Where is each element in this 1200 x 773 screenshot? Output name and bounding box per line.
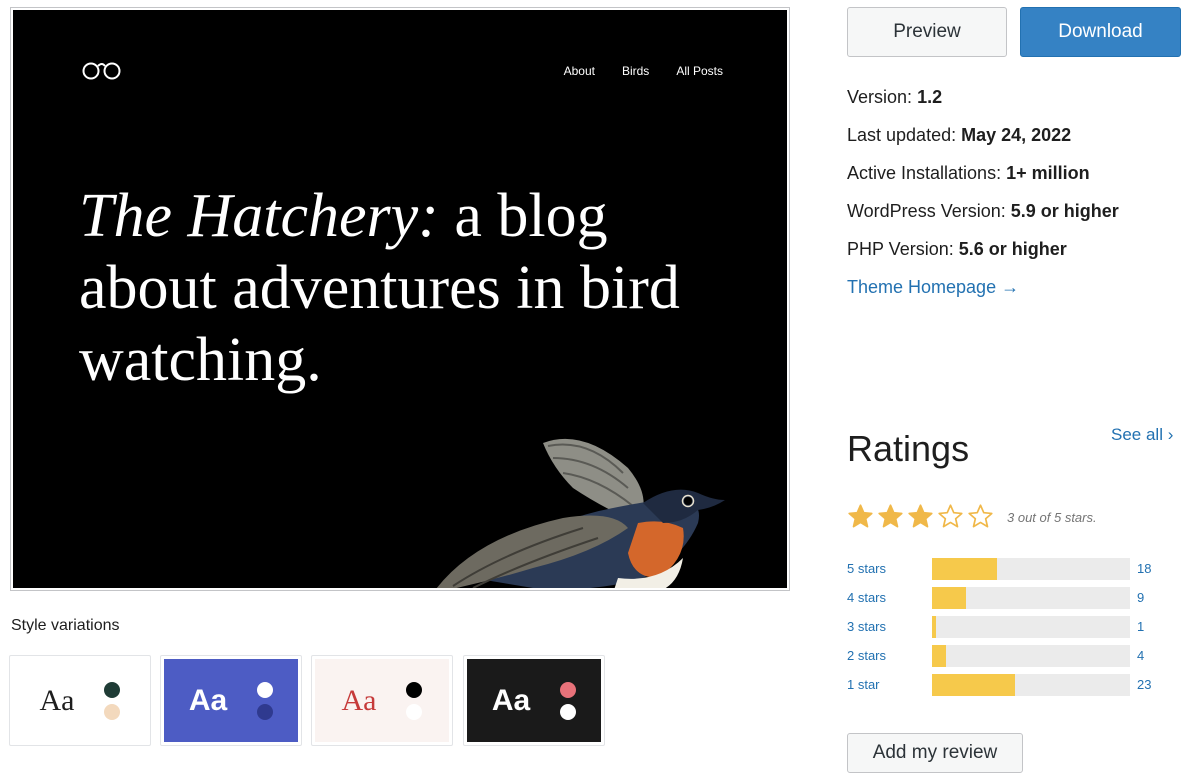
- bird-illustration: [436, 438, 725, 588]
- color-dot: [560, 703, 577, 720]
- rating-row-label[interactable]: 3 stars: [847, 619, 886, 634]
- rating-row-label[interactable]: 5 stars: [847, 561, 886, 576]
- theme-nav: About Birds All Posts: [564, 64, 723, 78]
- rating-row-count: 23: [1137, 677, 1152, 692]
- variation-color-dots: [257, 681, 274, 720]
- rating-bar-fill: [932, 645, 946, 667]
- version-row: Version: 1.2: [847, 78, 1119, 116]
- color-dot: [104, 681, 121, 698]
- rating-row-3[interactable]: 3 stars 1: [847, 616, 1187, 638]
- theme-hero-heading: The Hatchery: a blog about adventures in…: [79, 180, 719, 396]
- star-filled-icon: [908, 504, 933, 528]
- rating-bar-track: [932, 674, 1130, 696]
- variation-typography-sample: Aa: [491, 683, 531, 717]
- rating-row-count: 18: [1137, 561, 1152, 576]
- active-installations-label: Active Installations:: [847, 163, 1002, 183]
- active-installations-value: 1+ million: [1006, 163, 1090, 183]
- binoculars-logo-icon: [82, 62, 121, 80]
- rating-row-1[interactable]: 1 star 23: [847, 674, 1187, 696]
- rating-row-count: 4: [1137, 648, 1145, 663]
- rating-bar-track: [932, 587, 1130, 609]
- version-label: Version:: [847, 87, 913, 107]
- rating-row-5[interactable]: 5 stars 18: [847, 558, 1187, 580]
- rating-row-2[interactable]: 2 stars 4: [847, 645, 1187, 667]
- variation-typography-sample: Aa: [188, 683, 228, 717]
- variation-swatch: Aa: [13, 659, 147, 742]
- variation-swatch: Aa: [467, 659, 601, 742]
- rating-row-count: 9: [1137, 590, 1145, 605]
- color-dot: [406, 681, 423, 698]
- add-review-button[interactable]: Add my review: [847, 733, 1023, 773]
- variation-color-dots: [406, 681, 423, 720]
- color-dot: [560, 681, 577, 698]
- theme-homepage-link[interactable]: Theme Homepage →: [847, 268, 1119, 306]
- style-variation-default[interactable]: Aa: [9, 655, 151, 746]
- color-dot: [406, 703, 423, 720]
- wordpress-version-row: WordPress Version: 5.9 or higher: [847, 192, 1119, 230]
- variation-color-dots: [104, 681, 121, 720]
- rating-bar-track: [932, 645, 1130, 667]
- style-variation-pink[interactable]: Aa: [311, 655, 453, 746]
- rating-bar-track: [932, 558, 1130, 580]
- active-installations-row: Active Installations: 1+ million: [847, 154, 1119, 192]
- last-updated-row: Last updated: May 24, 2022: [847, 116, 1119, 154]
- rating-row-label[interactable]: 1 star: [847, 677, 880, 692]
- preview-button[interactable]: Preview: [847, 7, 1007, 57]
- theme-meta: Version: 1.2 Last updated: May 24, 2022 …: [847, 78, 1119, 306]
- theme-nav-birds: Birds: [621, 64, 650, 78]
- rating-bar-fill: [932, 587, 966, 609]
- rating-bar-fill: [932, 616, 936, 638]
- download-button[interactable]: Download: [1020, 7, 1181, 57]
- php-version-row: PHP Version: 5.6 or higher: [847, 230, 1119, 268]
- theme-screenshot[interactable]: About Birds All Posts The Hatchery: a bl…: [10, 7, 790, 591]
- variation-color-dots: [560, 681, 577, 720]
- rating-bar-fill: [932, 558, 998, 580]
- variation-swatch: Aa: [164, 659, 298, 742]
- star-filled-icon: [848, 504, 873, 528]
- rating-row-count: 1: [1137, 619, 1145, 634]
- wordpress-version-value: 5.9 or higher: [1010, 201, 1119, 221]
- theme-nav-all-posts: All Posts: [676, 64, 723, 78]
- rating-row-label[interactable]: 2 stars: [847, 648, 886, 663]
- variation-typography-sample: Aa: [341, 683, 377, 717]
- color-dot: [257, 681, 274, 698]
- style-variation-dark[interactable]: Aa: [463, 655, 605, 746]
- last-updated-label: Last updated:: [847, 125, 957, 145]
- rating-bar-track: [932, 616, 1130, 638]
- rating-bar-fill: [932, 674, 1016, 696]
- version-value: 1.2: [917, 87, 943, 107]
- variation-swatch: Aa: [315, 659, 449, 742]
- ratings-heading: Ratings: [847, 428, 970, 469]
- star-rating: [847, 503, 994, 530]
- php-version-label: PHP Version:: [847, 239, 954, 259]
- wordpress-version-label: WordPress Version:: [847, 201, 1006, 221]
- rating-row-4[interactable]: 4 stars 9: [847, 587, 1187, 609]
- last-updated-value: May 24, 2022: [961, 125, 1072, 145]
- star-empty-icon: [938, 504, 963, 528]
- see-all-ratings-link[interactable]: See all ›: [1111, 425, 1173, 445]
- style-variation-blue[interactable]: Aa: [160, 655, 302, 746]
- star-filled-icon: [878, 504, 903, 528]
- style-variations-label: Style variations: [11, 617, 120, 634]
- theme-nav-about: About: [563, 64, 595, 78]
- variation-typography-sample: Aa: [39, 683, 75, 717]
- star-rating-text: 3 out of 5 stars.: [1007, 510, 1097, 525]
- color-dot: [104, 703, 121, 720]
- theme-hero-heading-italic: The Hatchery:: [79, 182, 439, 250]
- theme-preview-canvas: About Birds All Posts The Hatchery: a bl…: [13, 10, 787, 588]
- rating-row-label[interactable]: 4 stars: [847, 590, 886, 605]
- color-dot: [257, 703, 274, 720]
- star-empty-icon: [968, 504, 993, 528]
- php-version-value: 5.6 or higher: [958, 239, 1067, 259]
